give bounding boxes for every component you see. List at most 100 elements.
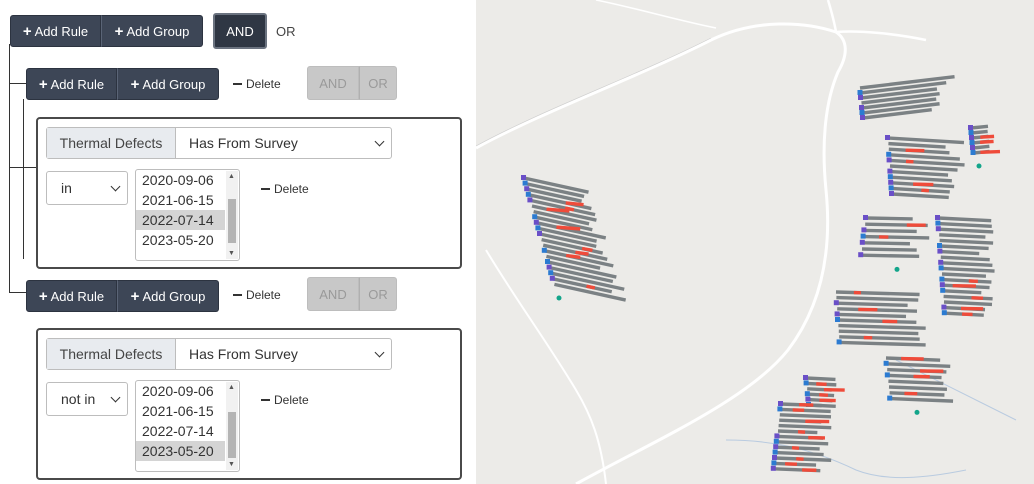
panel-row: [775, 450, 824, 457]
row-marker: [834, 311, 840, 317]
or-toggle-button[interactable]: OR: [276, 24, 296, 39]
road: [595, 0, 717, 29]
scrollbar-thumb[interactable]: [228, 412, 236, 458]
row-marker: [886, 151, 892, 157]
minus-icon: [261, 188, 270, 190]
row-marker: [935, 215, 940, 220]
row-marker: [935, 220, 941, 226]
panel-row: [970, 124, 989, 130]
row-marker: [886, 157, 892, 163]
list-option-selected[interactable]: 2023-05-20: [136, 441, 225, 461]
list-option[interactable]: 2020-09-06: [136, 381, 225, 401]
panel-row: [805, 376, 836, 382]
defect-marker: [979, 139, 994, 144]
add-rule-button[interactable]: + Add Rule: [10, 15, 101, 47]
site-marker: [894, 266, 900, 272]
row-marker: [941, 310, 947, 316]
panel-row: [838, 329, 919, 336]
panel-row: [864, 228, 917, 234]
row-marker: [885, 135, 890, 140]
add-group-button[interactable]: + Add Group: [117, 68, 219, 100]
map-canvas[interactable]: [476, 0, 1034, 484]
row-marker: [883, 360, 889, 366]
plus-icon: +: [38, 75, 48, 93]
row-marker: [888, 185, 894, 191]
rule-card: Thermal Defects Has From Survey not in 2…: [36, 328, 462, 480]
list-option[interactable]: 2021-06-15: [136, 401, 225, 421]
scroll-down-icon[interactable]: ▼: [228, 461, 235, 469]
row-marker: [863, 215, 868, 220]
add-group-button[interactable]: + Add Group: [117, 280, 219, 312]
list-option[interactable]: 2021-06-15: [136, 190, 225, 210]
row-marker: [888, 179, 894, 185]
field-select[interactable]: Thermal Defects Has From Survey: [46, 127, 392, 159]
row-marker: [938, 265, 944, 271]
list-option[interactable]: 2023-05-20: [136, 230, 225, 250]
row-marker: [773, 444, 779, 450]
row-marker: [833, 300, 839, 306]
row-marker: [859, 105, 864, 110]
nested-and-or-toggle: AND OR: [307, 66, 397, 100]
defect-marker: [581, 246, 593, 252]
scrollbar[interactable]: ▲ ▼: [226, 171, 238, 259]
panel-row: [778, 423, 832, 430]
tree-branch-2: [9, 292, 26, 293]
row-marker: [770, 465, 776, 471]
panel-row: [939, 233, 986, 239]
list-option-selected[interactable]: 2022-07-14: [136, 210, 225, 230]
defect-marker: [546, 207, 570, 213]
panel-row: [838, 323, 926, 330]
row-marker: [968, 125, 973, 130]
and-toggle-button[interactable]: AND: [307, 66, 359, 100]
operator-select[interactable]: in: [46, 171, 128, 205]
or-toggle-button[interactable]: OR: [359, 277, 397, 311]
scroll-up-icon[interactable]: ▲: [228, 384, 235, 392]
add-rule-button[interactable]: + Add Rule: [26, 68, 117, 100]
minus-icon: [233, 83, 242, 85]
row-marker: [836, 339, 842, 345]
row-marker: [939, 276, 945, 282]
row-marker: [546, 264, 552, 270]
row-marker: [939, 282, 945, 288]
defect-marker: [980, 134, 995, 139]
scroll-down-icon[interactable]: ▼: [228, 250, 235, 258]
add-rule-button[interactable]: + Add Rule: [26, 280, 117, 312]
panel-row: [940, 249, 980, 256]
panel-row: [835, 290, 920, 297]
row-marker: [860, 233, 866, 239]
panel-row: [941, 261, 993, 268]
road: [476, 22, 837, 150]
site-marker: [976, 163, 982, 169]
field-value[interactable]: Has From Survey: [176, 339, 391, 369]
row-marker: [771, 460, 777, 466]
or-toggle-button[interactable]: OR: [359, 66, 397, 100]
scrollbar-thumb[interactable]: [228, 199, 236, 243]
panel-row: [891, 192, 949, 200]
delete-group-button[interactable]: Delete: [233, 77, 281, 91]
row-marker: [937, 248, 943, 254]
add-group-button[interactable]: + Add Group: [101, 15, 203, 47]
survey-date-list[interactable]: 2020-09-06 2021-06-15 2022-07-14 2023-05…: [135, 169, 240, 261]
row-marker: [522, 180, 528, 186]
row-marker: [777, 406, 783, 412]
row-marker: [887, 174, 893, 180]
delete-group-button[interactable]: Delete: [233, 288, 281, 302]
survey-date-list[interactable]: 2020-09-06 2021-06-15 2022-07-14 2023-05…: [135, 380, 240, 472]
map-view[interactable]: [476, 0, 1034, 484]
field-select[interactable]: Thermal Defects Has From Survey: [46, 338, 392, 370]
row-marker: [861, 227, 867, 233]
list-option[interactable]: 2020-09-06: [136, 170, 225, 190]
list-option[interactable]: 2022-07-14: [136, 421, 225, 441]
delete-rule-button[interactable]: Delete: [261, 182, 309, 196]
scroll-up-icon[interactable]: ▲: [228, 173, 235, 181]
delete-rule-button[interactable]: Delete: [261, 393, 309, 407]
panel-row: [888, 379, 944, 386]
operator-select[interactable]: not in: [46, 382, 128, 416]
row-marker: [537, 231, 542, 236]
and-toggle-button[interactable]: AND: [307, 277, 359, 311]
field-value[interactable]: Has From Survey: [176, 128, 391, 158]
panel-row: [839, 340, 926, 347]
and-toggle-button[interactable]: AND: [213, 13, 267, 49]
scrollbar[interactable]: ▲ ▼: [226, 382, 238, 470]
row-marker: [969, 140, 975, 145]
